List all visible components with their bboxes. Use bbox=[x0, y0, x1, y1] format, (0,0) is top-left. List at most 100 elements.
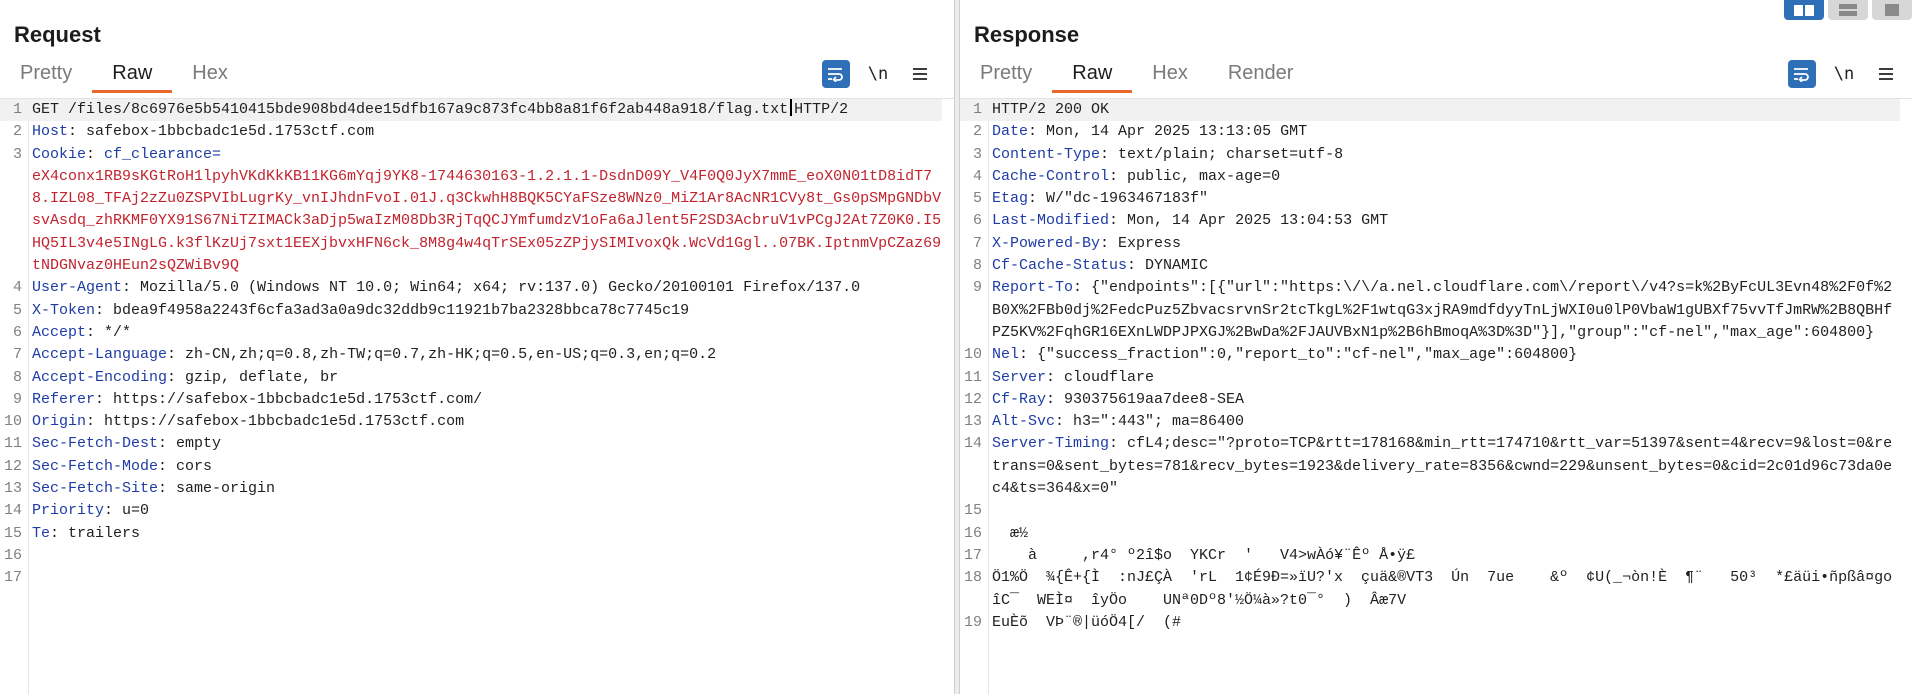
code-line: 15 bbox=[960, 500, 1900, 522]
line-content: Sec-Fetch-Dest: empty bbox=[32, 435, 222, 453]
request-editor[interactable]: 1 GET /files/8c6976e5b5410415bde908bd4dee… bbox=[0, 98, 954, 694]
menu-icon[interactable] bbox=[1872, 60, 1900, 88]
code-line: 2 Host: safebox-1bbcbadc1e5d.1753ctf.com bbox=[0, 121, 942, 143]
header-value: u=0 bbox=[122, 502, 150, 520]
split-horizontal-icon[interactable] bbox=[1784, 0, 1824, 20]
line-number: 6 bbox=[972, 212, 982, 230]
cookie-name: cf_clearance= bbox=[104, 145, 222, 163]
line-number: 4 bbox=[972, 167, 982, 185]
header-value: {"success_fraction":0,"report_to":"cf-ne… bbox=[1037, 346, 1578, 364]
header-value: same-origin bbox=[176, 480, 276, 498]
tab-pretty[interactable]: Pretty bbox=[0, 58, 92, 92]
line-number: 17 bbox=[963, 546, 982, 564]
line-number: 8 bbox=[972, 257, 982, 275]
code-line: 18 Ö1%Ö ¾{Ê+{Ì :nJ£ÇÀ 'rL 1¢É9Ð=»ïU?'x çu… bbox=[960, 567, 1900, 612]
split-vertical-icon[interactable] bbox=[1828, 0, 1868, 20]
line-number: 10 bbox=[963, 346, 982, 364]
tab-raw[interactable]: Raw bbox=[92, 58, 173, 93]
header-name: Te bbox=[32, 524, 51, 542]
line-content bbox=[32, 545, 942, 567]
text-cursor bbox=[790, 99, 793, 116]
line-content: Date: Mon, 14 Apr 2025 13:13:05 GMT bbox=[992, 123, 1308, 141]
line-content: Etag: W/"dc-1963467183f" bbox=[992, 190, 1209, 208]
header-name: Host bbox=[32, 123, 69, 141]
request-panel: Request Pretty Raw Hex \n 1 GET /files/8c69… bbox=[0, 0, 954, 694]
request-title: Request bbox=[14, 22, 101, 47]
header-name: Sec-Fetch-Dest bbox=[32, 435, 159, 453]
header-value: safebox-1bbcbadc1e5d.1753ctf.com bbox=[86, 123, 375, 141]
line-content bbox=[32, 567, 942, 589]
header-name: Cache-Control bbox=[992, 167, 1110, 185]
header-value: HTTP/2 200 OK bbox=[992, 101, 1110, 118]
line-content: Accept-Language: zh-CN,zh;q=0.8,zh-TW;q=… bbox=[32, 346, 717, 364]
menu-icon[interactable] bbox=[906, 60, 934, 88]
request-toolbar: \n bbox=[822, 60, 934, 88]
header-name: User-Agent bbox=[32, 279, 123, 297]
line-content: Priority: u=0 bbox=[32, 502, 150, 520]
wrap-lines-icon[interactable] bbox=[822, 60, 850, 88]
line-content: X-Token: bdea9f4958a2243f6cfa3ad3a0a9dc3… bbox=[32, 301, 690, 319]
line-number: 3 bbox=[972, 145, 982, 163]
show-newlines-button[interactable]: \n bbox=[1830, 60, 1858, 88]
code-line: 17 à ,r4° º2î$o YKCr ' V4>wÀó¥¨Êº Å•ÿ£ bbox=[960, 545, 1900, 567]
line-number: 16 bbox=[963, 524, 982, 542]
line-content: Server-Timing: cfL4;desc="?proto=TCP&rtt… bbox=[992, 435, 1893, 498]
line-number: 2 bbox=[972, 123, 982, 141]
tab-hex[interactable]: Hex bbox=[172, 58, 248, 92]
line-number: 3 bbox=[12, 145, 22, 163]
line-number: 8 bbox=[12, 368, 22, 386]
header-value: cloudflare bbox=[1064, 368, 1155, 386]
line-number: 11 bbox=[963, 368, 982, 386]
header-name: Accept-Language bbox=[32, 346, 168, 364]
line-number: 9 bbox=[12, 390, 22, 408]
line-number: 13 bbox=[963, 413, 982, 431]
code-line: 11 Sec-Fetch-Dest: empty bbox=[0, 433, 942, 455]
line-number: 17 bbox=[3, 569, 22, 587]
tab-raw[interactable]: Raw bbox=[1052, 58, 1133, 93]
line-number: 14 bbox=[3, 502, 22, 520]
line-number: 15 bbox=[963, 502, 982, 520]
tab-render[interactable]: Render bbox=[1208, 58, 1314, 92]
line-content: Alt-Svc: h3=":443"; ma=86400 bbox=[992, 413, 1245, 431]
line-number: 5 bbox=[972, 190, 982, 208]
code-line: 5 X-Token: bdea9f4958a2243f6cfa3ad3a0a9dc… bbox=[0, 300, 942, 322]
response-tabs: Pretty Raw Hex Render bbox=[960, 58, 1314, 93]
line-content: Origin: https://safebox-1bbcbadc1e5d.175… bbox=[32, 413, 465, 431]
code-line: 16 æ½ bbox=[960, 523, 1900, 545]
line-number: 13 bbox=[3, 480, 22, 498]
code-line: 5 Etag: W/"dc-1963467183f" bbox=[960, 188, 1900, 210]
line-content: Cf-Cache-Status: DYNAMIC bbox=[992, 257, 1209, 275]
line-number: 1 bbox=[972, 101, 982, 118]
code-line: 13 Alt-Svc: h3=":443"; ma=86400 bbox=[960, 411, 1900, 433]
wrap-lines-icon[interactable] bbox=[1788, 60, 1816, 88]
line-number: 4 bbox=[12, 279, 22, 297]
header-value: cors bbox=[176, 457, 213, 475]
layout-switcher bbox=[1784, 0, 1912, 20]
show-newlines-button[interactable]: \n bbox=[864, 60, 892, 88]
header-value: 930375619aa7dee8-SEA bbox=[1064, 390, 1245, 408]
tab-hex[interactable]: Hex bbox=[1132, 58, 1208, 92]
header-name: Content-Type bbox=[992, 145, 1101, 163]
response-editor[interactable]: 1 HTTP/2 200 OK 2 Date: Mon, 14 Apr 2025 13… bbox=[960, 98, 1912, 694]
line-number: 14 bbox=[963, 435, 982, 453]
line-number: 10 bbox=[3, 413, 22, 431]
header-value: gzip, deflate, br bbox=[185, 368, 339, 386]
code-line: 12 Sec-Fetch-Mode: cors bbox=[0, 456, 942, 478]
line-content: à ,r4° º2î$o YKCr ' V4>wÀó¥¨Êº Å•ÿ£ bbox=[992, 545, 1900, 567]
header-name: X-Token bbox=[32, 301, 96, 319]
header-value: Ö1%Ö ¾{Ê+{Ì :nJ£ÇÀ 'rL 1¢É9Ð=»ïU?'x çuä&… bbox=[992, 569, 1893, 609]
single-pane-icon[interactable] bbox=[1872, 0, 1912, 20]
header-name: Sec-Fetch-Site bbox=[32, 480, 159, 498]
header-value: h3=":443"; ma=86400 bbox=[1073, 413, 1245, 431]
code-line: 3 Content-Type: text/plain; charset=utf-8 bbox=[960, 144, 1900, 166]
header-value: bdea9f4958a2243f6cfa3ad3a0a9dc32ddb9c119… bbox=[113, 301, 690, 319]
tab-pretty[interactable]: Pretty bbox=[960, 58, 1052, 92]
cookie-value: eX4conx1RB9sKGtRoH1lpyhVKdKkKB11KG6mYqj9… bbox=[32, 167, 942, 275]
line-content: EuÈõ VÞ¨®|üóÖ4[/ (# bbox=[992, 612, 1900, 634]
line-content: Report-To: {"endpoints":[{"url":"https:\… bbox=[992, 279, 1893, 341]
code-line: 1 GET /files/8c6976e5b5410415bde908bd4dee… bbox=[0, 99, 942, 122]
code-line: 8 Cf-Cache-Status: DYNAMIC bbox=[960, 255, 1900, 277]
line-number: 6 bbox=[12, 323, 22, 341]
header-value: empty bbox=[176, 435, 222, 453]
header-name: Etag bbox=[992, 190, 1029, 208]
